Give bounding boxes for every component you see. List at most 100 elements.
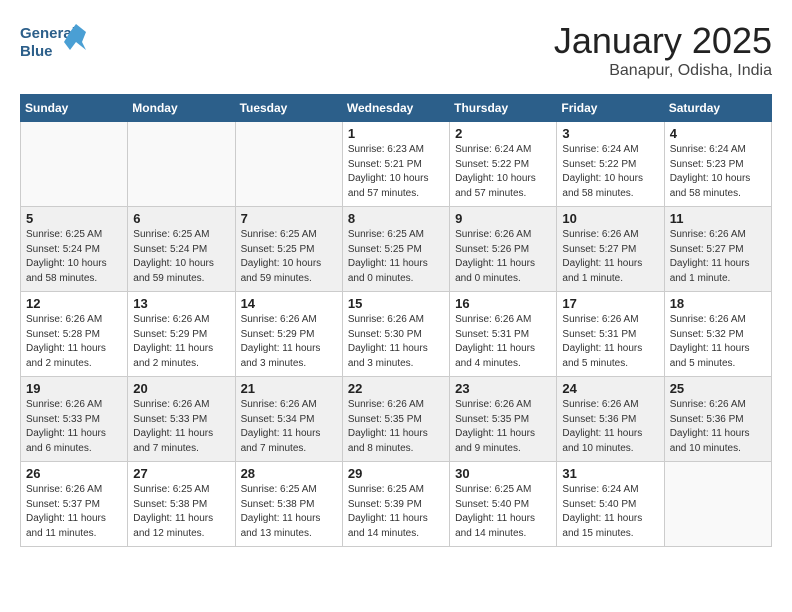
svg-text:Blue: Blue	[20, 43, 53, 60]
day-number: 23	[455, 381, 551, 396]
calendar-cell: 14Sunrise: 6:26 AM Sunset: 5:29 PM Dayli…	[235, 292, 342, 377]
calendar-cell: 25 Sunrise: 6:26 AM Sunset: 5:36 PM Dayli…	[664, 377, 771, 462]
calendar-cell: 3 Sunrise: 6:24 AM Sunset: 5:22 PM Daylig…	[557, 122, 664, 207]
calendar-week-row: 5Sunrise: 6:25 AM Sunset: 5:24 PM Daylig…	[21, 207, 772, 292]
day-info: Sunrise: 6:26 AM Sunset: 5:31 PM Dayligh…	[562, 313, 658, 371]
day-info: Sunrise: 6:25 AM Sunset: 5:24 PM Dayligh…	[133, 228, 229, 286]
day-info: Sunrise: 6:25 AM Sunset: 5:40 PM Dayligh…	[455, 483, 551, 541]
calendar-cell: 30 Sunrise: 6:25 AM Sunset: 5:40 PM Dayli…	[450, 462, 557, 547]
day-number: 11	[670, 211, 766, 226]
calendar-cell: 1 Sunrise: 6:23 AM Sunset: 5:21 PM Daylig…	[342, 122, 449, 207]
calendar-cell: 15 Sunrise: 6:26 AM Sunset: 5:30 PM Dayli…	[342, 292, 449, 377]
calendar-cell: 28Sunrise: 6:25 AM Sunset: 5:38 PM Dayli…	[235, 462, 342, 547]
calendar-cell: 16 Sunrise: 6:26 AM Sunset: 5:31 PM Dayli…	[450, 292, 557, 377]
day-number: 14	[241, 296, 337, 311]
day-info: Sunrise: 6:26 AM Sunset: 5:30 PM Dayligh…	[348, 313, 444, 371]
weekday-header-thursday: Thursday	[450, 95, 557, 122]
calendar-cell: 29 Sunrise: 6:25 AM Sunset: 5:39 PM Dayli…	[342, 462, 449, 547]
calendar-week-row: 26Sunrise: 6:26 AM Sunset: 5:37 PM Dayli…	[21, 462, 772, 547]
day-number: 29	[348, 466, 444, 481]
calendar-cell: 13 Sunrise: 6:26 AM Sunset: 5:29 PM Dayli…	[128, 292, 235, 377]
day-info: Sunrise: 6:26 AM Sunset: 5:34 PM Dayligh…	[241, 398, 337, 456]
day-number: 27	[133, 466, 229, 481]
day-number: 1	[348, 126, 444, 141]
calendar-cell: 12Sunrise: 6:26 AM Sunset: 5:28 PM Dayli…	[21, 292, 128, 377]
day-number: 13	[133, 296, 229, 311]
day-number: 2	[455, 126, 551, 141]
day-number: 30	[455, 466, 551, 481]
day-info: Sunrise: 6:26 AM Sunset: 5:27 PM Dayligh…	[562, 228, 658, 286]
calendar-table: SundayMondayTuesdayWednesdayThursdayFrid…	[20, 94, 772, 547]
day-info: Sunrise: 6:26 AM Sunset: 5:31 PM Dayligh…	[455, 313, 551, 371]
day-info: Sunrise: 6:26 AM Sunset: 5:27 PM Dayligh…	[670, 228, 766, 286]
weekday-header-monday: Monday	[128, 95, 235, 122]
weekday-header-wednesday: Wednesday	[342, 95, 449, 122]
day-number: 19	[26, 381, 122, 396]
day-info: Sunrise: 6:25 AM Sunset: 5:24 PM Dayligh…	[26, 228, 122, 286]
logo-svg: General Blue	[20, 20, 90, 66]
title-block: January 2025 Banapur, Odisha, India	[554, 20, 772, 80]
day-number: 22	[348, 381, 444, 396]
weekday-header-tuesday: Tuesday	[235, 95, 342, 122]
day-number: 8	[348, 211, 444, 226]
day-number: 21	[241, 381, 337, 396]
calendar-cell: 27 Sunrise: 6:25 AM Sunset: 5:38 PM Dayli…	[128, 462, 235, 547]
calendar-cell: 22 Sunrise: 6:26 AM Sunset: 5:35 PM Dayli…	[342, 377, 449, 462]
day-number: 16	[455, 296, 551, 311]
weekday-header-friday: Friday	[557, 95, 664, 122]
weekday-header-saturday: Saturday	[664, 95, 771, 122]
day-info: Sunrise: 6:25 AM Sunset: 5:38 PM Dayligh…	[133, 483, 229, 541]
calendar-cell: 2 Sunrise: 6:24 AM Sunset: 5:22 PM Daylig…	[450, 122, 557, 207]
day-number: 17	[562, 296, 658, 311]
day-info: Sunrise: 6:26 AM Sunset: 5:33 PM Dayligh…	[26, 398, 122, 456]
day-info: Sunrise: 6:26 AM Sunset: 5:32 PM Dayligh…	[670, 313, 766, 371]
calendar-cell: 8 Sunrise: 6:25 AM Sunset: 5:25 PM Daylig…	[342, 207, 449, 292]
day-info: Sunrise: 6:26 AM Sunset: 5:35 PM Dayligh…	[455, 398, 551, 456]
calendar-week-row: 12Sunrise: 6:26 AM Sunset: 5:28 PM Dayli…	[21, 292, 772, 377]
day-info: Sunrise: 6:24 AM Sunset: 5:22 PM Dayligh…	[455, 143, 551, 201]
day-info: Sunrise: 6:26 AM Sunset: 5:36 PM Dayligh…	[670, 398, 766, 456]
day-number: 3	[562, 126, 658, 141]
calendar-cell: 18 Sunrise: 6:26 AM Sunset: 5:32 PM Dayli…	[664, 292, 771, 377]
day-number: 25	[670, 381, 766, 396]
day-info: Sunrise: 6:26 AM Sunset: 5:35 PM Dayligh…	[348, 398, 444, 456]
day-info: Sunrise: 6:26 AM Sunset: 5:33 PM Dayligh…	[133, 398, 229, 456]
location: Banapur, Odisha, India	[554, 62, 772, 80]
day-number: 6	[133, 211, 229, 226]
calendar-cell: 26Sunrise: 6:26 AM Sunset: 5:37 PM Dayli…	[21, 462, 128, 547]
calendar-cell: 11 Sunrise: 6:26 AM Sunset: 5:27 PM Dayli…	[664, 207, 771, 292]
calendar-cell	[128, 122, 235, 207]
calendar-cell	[664, 462, 771, 547]
calendar-cell: 24 Sunrise: 6:26 AM Sunset: 5:36 PM Dayli…	[557, 377, 664, 462]
day-info: Sunrise: 6:26 AM Sunset: 5:29 PM Dayligh…	[133, 313, 229, 371]
day-number: 31	[562, 466, 658, 481]
day-info: Sunrise: 6:25 AM Sunset: 5:25 PM Dayligh…	[348, 228, 444, 286]
calendar-cell	[235, 122, 342, 207]
calendar-cell	[21, 122, 128, 207]
day-info: Sunrise: 6:25 AM Sunset: 5:39 PM Dayligh…	[348, 483, 444, 541]
day-info: Sunrise: 6:24 AM Sunset: 5:22 PM Dayligh…	[562, 143, 658, 201]
calendar-cell: 20Sunrise: 6:26 AM Sunset: 5:33 PM Dayli…	[128, 377, 235, 462]
calendar-cell: 19 Sunrise: 6:26 AM Sunset: 5:33 PM Dayli…	[21, 377, 128, 462]
day-info: Sunrise: 6:26 AM Sunset: 5:28 PM Dayligh…	[26, 313, 122, 371]
day-info: Sunrise: 6:23 AM Sunset: 5:21 PM Dayligh…	[348, 143, 444, 201]
calendar-cell: 4 Sunrise: 6:24 AM Sunset: 5:23 PM Daylig…	[664, 122, 771, 207]
day-number: 4	[670, 126, 766, 141]
calendar-cell: 17 Sunrise: 6:26 AM Sunset: 5:31 PM Dayli…	[557, 292, 664, 377]
day-info: Sunrise: 6:24 AM Sunset: 5:23 PM Dayligh…	[670, 143, 766, 201]
day-number: 10	[562, 211, 658, 226]
day-info: Sunrise: 6:26 AM Sunset: 5:36 PM Dayligh…	[562, 398, 658, 456]
month-title: January 2025	[554, 20, 772, 62]
page-header: General Blue January 2025 Banapur, Odish…	[20, 20, 772, 80]
day-info: Sunrise: 6:25 AM Sunset: 5:38 PM Dayligh…	[241, 483, 337, 541]
day-info: Sunrise: 6:26 AM Sunset: 5:37 PM Dayligh…	[26, 483, 122, 541]
day-number: 15	[348, 296, 444, 311]
day-number: 24	[562, 381, 658, 396]
calendar-week-row: 19 Sunrise: 6:26 AM Sunset: 5:33 PM Dayli…	[21, 377, 772, 462]
day-number: 18	[670, 296, 766, 311]
day-info: Sunrise: 6:24 AM Sunset: 5:40 PM Dayligh…	[562, 483, 658, 541]
calendar-cell: 10 Sunrise: 6:26 AM Sunset: 5:27 PM Dayli…	[557, 207, 664, 292]
day-info: Sunrise: 6:25 AM Sunset: 5:25 PM Dayligh…	[241, 228, 337, 286]
logo: General Blue	[20, 20, 90, 66]
day-number: 7	[241, 211, 337, 226]
